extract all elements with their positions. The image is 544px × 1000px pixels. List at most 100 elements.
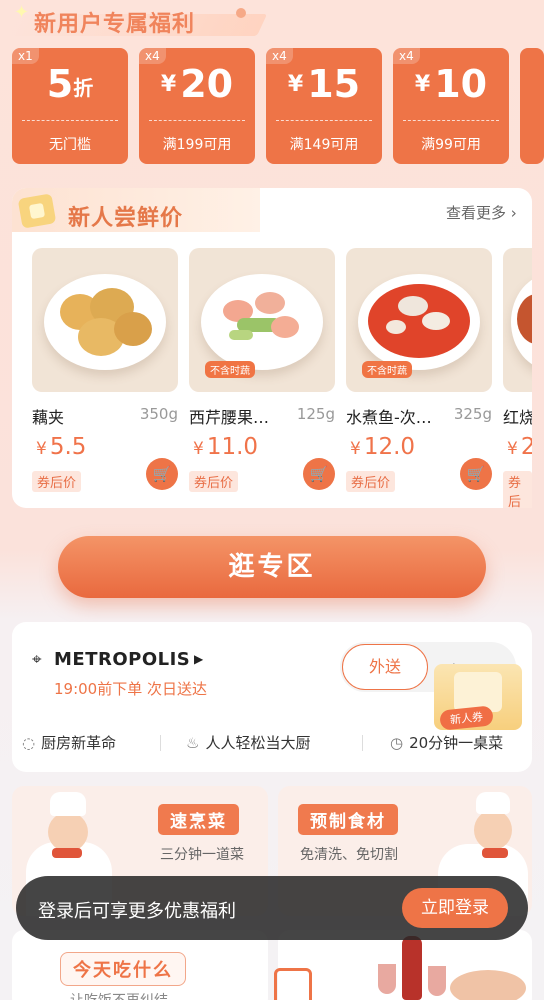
chef-face: [474, 810, 512, 850]
coupon-card[interactable]: x4 ¥15 满149可用: [266, 48, 382, 164]
location-pin-icon: ⌖: [32, 650, 42, 670]
price-currency: ¥: [350, 439, 361, 459]
what-to-eat-tag: 今天吃什么: [60, 952, 186, 986]
coupon-value: ¥15: [266, 62, 382, 106]
feature-label: 20分钟一桌菜: [409, 734, 504, 752]
product-name: 红烧: [503, 408, 532, 427]
scan-frame-icon: [274, 968, 312, 1000]
product-name: 藕夹: [32, 408, 65, 427]
coupon-currency: ¥: [160, 72, 177, 97]
feature-item: ◌ 厨房新革命: [22, 732, 116, 753]
dish-graphic: [450, 970, 526, 1000]
no-vegetable-tag: 不含时蔬: [362, 361, 412, 378]
clock-icon: ◷: [390, 734, 404, 752]
coupon-condition: 满149可用: [289, 137, 359, 153]
chef-face: [48, 812, 88, 852]
wine-glass-graphic: [428, 966, 446, 996]
product-item-partial[interactable]: 红烧 ¥2 券后价: [503, 248, 532, 508]
delivery-mode-option-active[interactable]: 外送: [342, 644, 428, 690]
coupon-currency: ¥: [414, 72, 431, 97]
coupon-condition: 无门槛: [49, 137, 91, 153]
add-to-cart-button[interactable]: 🛒: [460, 458, 492, 490]
plate-graphic: [201, 274, 323, 370]
coupon-value: ¥20: [139, 62, 255, 106]
product-image: [503, 248, 532, 392]
coupon-price-label: 券后价: [346, 471, 396, 492]
no-vegetable-tag: 不含时蔬: [205, 361, 255, 378]
chevron-right-icon: ›: [510, 204, 517, 222]
coupon-amount: 20: [180, 62, 234, 106]
coupon-card[interactable]: x4 ¥10 满99可用: [393, 48, 509, 164]
product-image: 不含时蔬: [189, 248, 335, 392]
divider: [362, 735, 363, 751]
cart-icon: 🛒: [152, 465, 172, 483]
product-image: [32, 248, 178, 392]
badge-icon: [17, 193, 57, 229]
food-graphic: [368, 284, 470, 358]
triangle-right-icon[interactable]: ▶: [194, 652, 203, 666]
coupon-condition: 满99可用: [421, 137, 481, 153]
feature-label: 厨房新革命: [41, 734, 117, 752]
product-price: ¥5.5: [36, 434, 86, 460]
chef-scarf: [52, 848, 82, 858]
product-price: ¥11.0: [193, 434, 258, 460]
price-currency: ¥: [193, 439, 204, 459]
coupon-amount: 15: [307, 62, 361, 106]
browse-zone-button[interactable]: 逛专区: [58, 536, 486, 598]
coupon-divider: [276, 120, 372, 121]
price-currency: ¥: [36, 439, 47, 459]
food-graphic: [229, 330, 253, 340]
coupon-unit: 折: [73, 76, 94, 100]
see-more-link[interactable]: 查看更多 ›: [446, 202, 517, 223]
add-to-cart-button[interactable]: 🛒: [146, 458, 178, 490]
wine-glass-graphic: [378, 964, 396, 994]
chef-hat-graphic: [476, 792, 510, 814]
cart-icon: 🛒: [309, 465, 329, 483]
products-title: 新人尝鲜价: [68, 206, 184, 231]
chef-hat-icon: ♨: [186, 734, 200, 752]
category-tag: 预制食材: [298, 804, 398, 835]
plate-graphic: [44, 274, 166, 370]
price-value: 12.0: [363, 434, 416, 460]
chef-scarf: [482, 848, 508, 858]
coupon-price-label: 券后价: [189, 471, 239, 492]
dot-decoration: [236, 8, 246, 18]
food-graphic: [114, 312, 152, 346]
plate-graphic: [358, 274, 480, 370]
price-value: 11.0: [206, 434, 259, 460]
food-graphic: [271, 316, 299, 338]
feature-item: ◷ 20分钟一桌菜: [390, 732, 503, 753]
delivery-time: 19:00前下单 次日送达: [54, 680, 207, 698]
plate-graphic: [511, 274, 532, 370]
coupon-card-partial[interactable]: [520, 48, 544, 164]
product-name: 西芹腰果…: [189, 408, 270, 427]
promo-card-food[interactable]: [274, 930, 532, 1000]
price-currency: ¥: [507, 439, 518, 459]
product-image: 不含时蔬: [346, 248, 492, 392]
category-subtitle: 三分钟一道菜: [160, 847, 244, 863]
add-to-cart-button[interactable]: 🛒: [303, 458, 335, 490]
coupon-divider: [22, 120, 118, 121]
product-weight: 350g: [139, 405, 178, 423]
promo-title: 新用户专属福利: [34, 12, 196, 37]
coupon-divider: [403, 120, 499, 121]
cart-icon: 🛒: [466, 465, 486, 483]
what-to-eat-subtitle: 让吃饭不再纠结: [70, 990, 168, 1000]
food-graphic: [398, 296, 428, 316]
coupon-card[interactable]: x1 5折 无门槛: [12, 48, 128, 164]
coupon-value: 5折: [12, 62, 128, 106]
coupon-card[interactable]: x4 ¥20 满199可用: [139, 48, 255, 164]
login-toast-message: 登录后可享更多优惠福利: [38, 901, 236, 922]
wine-bottle-graphic: [402, 936, 422, 1000]
product-weight: 325g: [453, 405, 492, 423]
category-tag: 速烹菜: [158, 804, 239, 835]
product-name: 水煮鱼-次…: [346, 408, 432, 427]
coupon-currency: ¥: [287, 72, 304, 97]
coupon-condition: 满199可用: [162, 137, 232, 153]
coupon-price-label: 券后价: [503, 471, 532, 508]
coupon-value: ¥10: [393, 62, 509, 106]
login-now-button[interactable]: 立即登录: [402, 888, 508, 928]
product-price: ¥2: [507, 434, 532, 460]
store-name[interactable]: METROPOLIS: [54, 649, 190, 670]
product-price: ¥12.0: [350, 434, 415, 460]
